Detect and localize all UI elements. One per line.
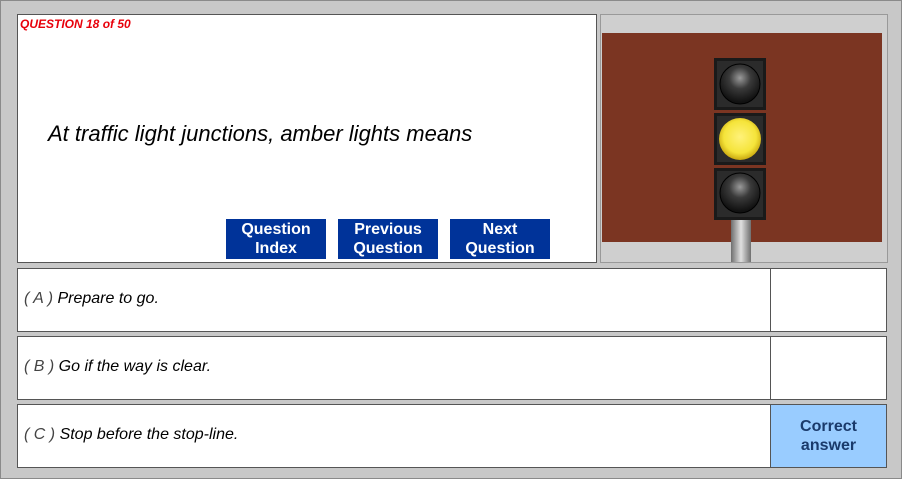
question-panel: QUESTION 18 of 50 At traffic light junct… xyxy=(17,14,597,263)
next-question-button[interactable]: Next Question xyxy=(450,219,550,259)
answer-text: ( A ) Prepare to go. xyxy=(24,290,159,308)
answer-label: Stop before the stop-line. xyxy=(59,426,239,443)
answer-option-c[interactable]: ( C ) Stop before the stop-line. xyxy=(17,404,771,468)
answer-option-a[interactable]: ( A ) Prepare to go. xyxy=(17,268,771,332)
answer-label: Prepare to go. xyxy=(57,290,159,307)
answer-feedback-b xyxy=(770,336,887,400)
answer-option-b[interactable]: ( B ) Go if the way is clear. xyxy=(17,336,771,400)
question-text: At traffic light junctions, amber lights… xyxy=(48,121,473,146)
question-index-button[interactable]: Question Index xyxy=(226,219,326,259)
question-image xyxy=(600,14,888,263)
answer-letter: ( B ) xyxy=(24,358,55,375)
correct-answer-badge: Correct answer xyxy=(770,404,887,468)
question-counter: QUESTION 18 of 50 xyxy=(20,17,131,31)
answer-letter: ( C ) xyxy=(24,426,56,443)
quiz-frame: QUESTION 18 of 50 At traffic light junct… xyxy=(0,0,902,479)
traffic-light-amber-icon xyxy=(602,33,882,262)
answer-feedback-a xyxy=(770,268,887,332)
previous-question-button[interactable]: Previous Question xyxy=(338,219,438,259)
answer-letter: ( A ) xyxy=(24,290,54,307)
answer-text: ( C ) Stop before the stop-line. xyxy=(24,426,238,444)
answer-text: ( B ) Go if the way is clear. xyxy=(24,358,211,376)
answer-label: Go if the way is clear. xyxy=(58,358,212,375)
